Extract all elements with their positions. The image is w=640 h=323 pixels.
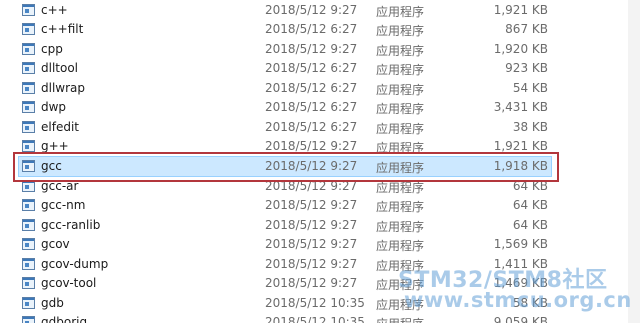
file-date: 2018/5/12 6:27 <box>265 100 358 114</box>
file-type: 应用程序 <box>376 44 425 58</box>
application-icon <box>22 4 35 16</box>
file-name: gdborig <box>41 315 88 323</box>
file-date: 2018/5/12 9:27 <box>265 257 358 271</box>
file-size: 1,921 KB <box>493 3 548 17</box>
application-icon <box>22 238 35 250</box>
file-name: dwp <box>41 100 67 114</box>
application-icon <box>22 101 35 113</box>
file-size: 3,431 KB <box>493 100 548 114</box>
application-icon <box>22 297 35 309</box>
file-date: 2018/5/12 6:27 <box>265 22 358 36</box>
file-type: 应用程序 <box>376 122 425 136</box>
file-date: 2018/5/12 6:27 <box>265 61 358 75</box>
file-size: 1,569 KB <box>493 237 548 251</box>
file-row[interactable]: gcov 2018/5/12 9:27 应用程序 1,569 KB <box>0 235 640 255</box>
file-size: 64 KB <box>512 198 548 212</box>
file-size: 54 KB <box>512 81 548 95</box>
file-row[interactable]: gcc-nm 2018/5/12 9:27 应用程序 64 KB <box>0 196 640 216</box>
file-row[interactable]: dlltool 2018/5/12 6:27 应用程序 923 KB <box>0 59 640 79</box>
file-size: 1,921 KB <box>493 139 548 153</box>
file-name: gcc-nm <box>41 198 86 212</box>
file-type: 应用程序 <box>376 5 425 19</box>
application-icon <box>22 121 35 133</box>
file-row[interactable]: cpp 2018/5/12 9:27 应用程序 1,920 KB <box>0 40 640 60</box>
application-icon <box>22 219 35 231</box>
file-date: 2018/5/12 9:27 <box>265 42 358 56</box>
watermark-line2: www.stmcu.org.cn <box>404 288 632 312</box>
file-type: 应用程序 <box>376 200 425 214</box>
file-size: 923 KB <box>505 61 548 75</box>
file-size: 38 KB <box>512 120 548 134</box>
file-type: 应用程序 <box>376 63 425 77</box>
file-date: 2018/5/12 9:27 <box>265 139 358 153</box>
file-name: g++ <box>41 139 69 153</box>
file-date: 2018/5/12 9:27 <box>265 3 358 17</box>
file-date: 2018/5/12 9:27 <box>265 218 358 232</box>
file-date: 2018/5/12 6:27 <box>265 120 358 134</box>
file-name: dlltool <box>41 61 79 75</box>
application-icon <box>22 316 35 323</box>
file-size: 64 KB <box>512 218 548 232</box>
annotation-highlight-box <box>13 152 559 182</box>
file-name: dllwrap <box>41 81 86 95</box>
vertical-scrollbar[interactable] <box>628 0 640 323</box>
application-icon <box>22 23 35 35</box>
file-date: 2018/5/12 9:27 <box>265 276 358 290</box>
file-type: 应用程序 <box>376 220 425 234</box>
application-icon <box>22 62 35 74</box>
file-name: gcc-ranlib <box>41 218 101 232</box>
file-row[interactable]: c++ 2018/5/12 9:27 应用程序 1,921 KB <box>0 1 640 21</box>
file-name: elfedit <box>41 120 79 134</box>
file-name: gcov-dump <box>41 257 109 271</box>
file-date: 2018/5/12 10:35 <box>265 296 365 310</box>
file-name: cpp <box>41 42 63 56</box>
application-icon <box>22 140 35 152</box>
application-icon <box>22 82 35 94</box>
file-size: 867 KB <box>505 22 548 36</box>
file-name: gcov <box>41 237 70 251</box>
file-row[interactable]: dwp 2018/5/12 6:27 应用程序 3,431 KB <box>0 98 640 118</box>
file-name: gcov-tool <box>41 276 97 290</box>
file-row[interactable]: dllwrap 2018/5/12 6:27 应用程序 54 KB <box>0 79 640 99</box>
application-icon <box>22 199 35 211</box>
file-name: c++filt <box>41 22 84 36</box>
application-icon <box>22 258 35 270</box>
file-row[interactable]: gdborig 2018/5/12 10:35 应用程序 9,059 KB <box>0 313 640 323</box>
file-size: 1,920 KB <box>493 42 548 56</box>
file-date: 2018/5/12 9:27 <box>265 198 358 212</box>
watermark: STM32/STM8社区 www.stmcu.org.cn <box>398 262 631 312</box>
file-date: 2018/5/12 6:27 <box>265 81 358 95</box>
file-name: gdb <box>41 296 64 310</box>
file-date: 2018/5/12 10:35 <box>265 315 365 323</box>
file-row[interactable]: gcc-ranlib 2018/5/12 9:27 应用程序 64 KB <box>0 216 640 236</box>
file-date: 2018/5/12 9:27 <box>265 237 358 251</box>
file-type: 应用程序 <box>376 239 425 253</box>
file-type: 应用程序 <box>376 102 425 116</box>
file-row[interactable]: elfedit 2018/5/12 6:27 应用程序 38 KB <box>0 118 640 138</box>
application-icon <box>22 43 35 55</box>
file-row[interactable]: c++filt 2018/5/12 6:27 应用程序 867 KB <box>0 20 640 40</box>
file-size: 9,059 KB <box>493 315 548 323</box>
file-type: 应用程序 <box>376 315 424 323</box>
file-type: 应用程序 <box>376 24 425 38</box>
file-name: c++ <box>41 3 68 17</box>
file-type: 应用程序 <box>376 83 425 97</box>
application-icon <box>22 277 35 289</box>
